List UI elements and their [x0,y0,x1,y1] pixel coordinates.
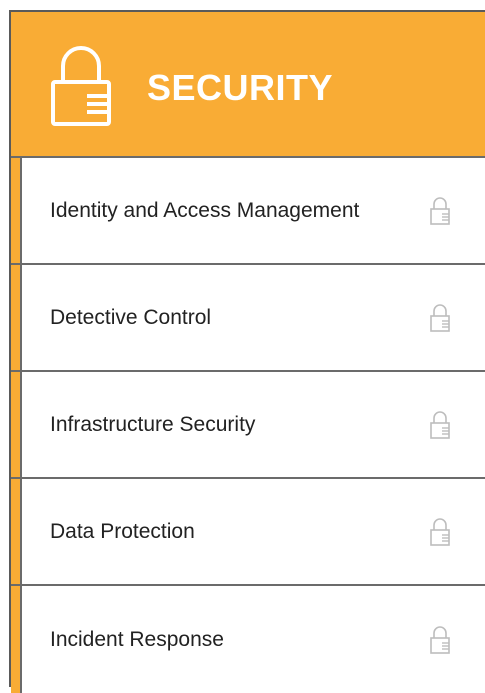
lock-icon [429,625,451,655]
menu-item-label: Data Protection [50,519,195,543]
menu-item-accent [11,372,22,477]
menu-item-accent [11,586,22,693]
security-menu: Identity and Access Management Detective… [11,158,485,693]
menu-item-identity-and-access-management[interactable]: Identity and Access Management [11,158,485,265]
menu-item-accent [11,479,22,584]
lock-icon [429,517,451,547]
lock-icon [429,410,451,440]
menu-item-accent [11,265,22,370]
lock-icon [49,44,113,128]
lock-icon [429,303,451,333]
menu-item-label: Detective Control [50,305,212,329]
security-header: SECURITY [11,12,485,158]
security-panel: SECURITY Identity and Access Management … [9,10,485,693]
page-title: SECURITY [147,67,334,108]
menu-item-accent [11,158,22,263]
menu-item-label: Incident Response [50,627,224,651]
menu-item-data-protection[interactable]: Data Protection [11,479,485,586]
menu-item-incident-response[interactable]: Incident Response [11,586,485,693]
menu-item-infrastructure-security[interactable]: Infrastructure Security [11,372,485,479]
menu-item-label: Infrastructure Security [50,412,256,436]
lock-icon [429,196,451,226]
menu-item-label: Identity and Access Management [50,198,360,222]
menu-item-detective-control[interactable]: Detective Control [11,265,485,372]
